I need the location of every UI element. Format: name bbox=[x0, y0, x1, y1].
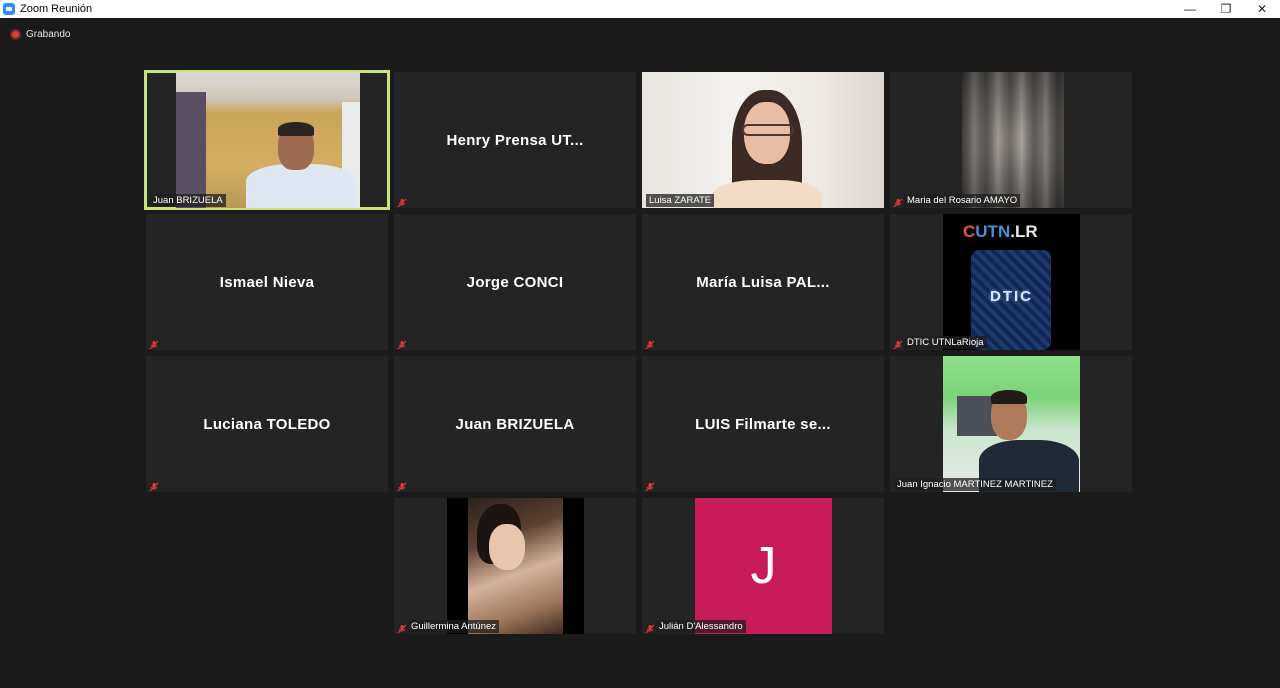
participant-display-name: Juan BRIZUELA bbox=[455, 415, 575, 433]
muted-mic-icon bbox=[149, 479, 159, 492]
avatar-initial: J bbox=[750, 537, 777, 595]
dtic-logo-text: DTIC bbox=[990, 288, 1033, 305]
video-tile-juan-brizuela-2[interactable]: Juan BRIZUELA bbox=[394, 356, 636, 492]
video-tile-luis-filmarte[interactable]: LUIS Filmarte se... bbox=[642, 356, 884, 492]
video-tile-juan-ignacio-martinez[interactable]: Juan Ignacio MARTINEZ MARTINEZ bbox=[890, 356, 1132, 492]
participant-name-tag: Maria del Rosario AMAYO bbox=[904, 194, 1021, 207]
participant-name-tag: Guillermina Antúnez bbox=[408, 620, 500, 633]
close-button[interactable]: ✕ bbox=[1244, 0, 1280, 18]
participant-avatar: J bbox=[695, 498, 832, 634]
video-tile-dtic-utnlarioja[interactable]: CUTN.LR DTIC DTIC UTNLaRioja bbox=[890, 214, 1132, 350]
video-tile-luisa-zarate[interactable]: Luisa ZARATE bbox=[642, 72, 884, 208]
window-controls: — ❐ ✕ bbox=[1172, 0, 1280, 18]
participant-name-tag: DTIC UTNLaRioja bbox=[904, 336, 987, 349]
participant-video bbox=[447, 498, 584, 634]
muted-mic-icon bbox=[397, 337, 407, 350]
participant-video bbox=[642, 72, 884, 208]
participant-video bbox=[176, 72, 360, 208]
recording-label: Grabando bbox=[26, 29, 71, 40]
video-tile-maria-del-rosario[interactable]: Maria del Rosario AMAYO bbox=[890, 72, 1132, 208]
window-title: Zoom Reunión bbox=[20, 3, 93, 15]
participant-video bbox=[962, 72, 1064, 208]
participant-name-tag: Juan Ignacio MARTINEZ MARTINEZ bbox=[894, 478, 1056, 491]
minimize-button[interactable]: — bbox=[1172, 0, 1208, 18]
participant-display-name: Ismael Nieva bbox=[219, 273, 315, 291]
recording-dot-icon bbox=[10, 29, 21, 40]
muted-mic-icon bbox=[397, 195, 407, 208]
video-tile-julian-dalessandro[interactable]: J Julián D'Alessandro bbox=[642, 498, 884, 634]
video-tile-jorge-conci[interactable]: Jorge CONCI bbox=[394, 214, 636, 350]
participant-name-tag: Juan BRIZUELA bbox=[150, 194, 226, 207]
video-tile-ismael-nieva[interactable]: Ismael Nieva bbox=[146, 214, 388, 350]
muted-mic-icon bbox=[645, 337, 655, 350]
restore-button[interactable]: ❐ bbox=[1208, 0, 1244, 18]
video-tile-maria-luisa-pal[interactable]: María Luisa PAL... bbox=[642, 214, 884, 350]
video-tile-juan-brizuela[interactable]: Juan BRIZUELA bbox=[144, 70, 390, 210]
participant-display-name: María Luisa PAL... bbox=[696, 273, 830, 291]
muted-mic-icon bbox=[397, 479, 407, 492]
participant-display-name: Henry Prensa UT... bbox=[446, 131, 584, 149]
video-tile-guillermina-antunez[interactable]: Guillermina Antúnez bbox=[394, 498, 636, 634]
muted-mic-icon bbox=[645, 479, 655, 492]
muted-mic-icon bbox=[149, 337, 159, 350]
participant-display-name: Luciana TOLEDO bbox=[203, 415, 331, 433]
muted-mic-icon bbox=[645, 621, 655, 634]
video-tile-henry-prensa[interactable]: Henry Prensa UT... bbox=[394, 72, 636, 208]
recording-indicator[interactable]: Grabando bbox=[10, 29, 70, 40]
participant-display-name: Jorge CONCI bbox=[466, 273, 564, 291]
window-titlebar: Zoom Reunión — ❐ ✕ bbox=[0, 0, 1280, 18]
muted-mic-icon bbox=[397, 621, 407, 634]
participant-name-tag: Julián D'Alessandro bbox=[656, 620, 746, 633]
muted-mic-icon bbox=[893, 195, 903, 208]
zoom-app-icon bbox=[3, 3, 15, 15]
video-tile-luciana-toledo[interactable]: Luciana TOLEDO bbox=[146, 356, 388, 492]
participant-video bbox=[943, 356, 1080, 492]
muted-mic-icon bbox=[893, 337, 903, 350]
participant-display-name: LUIS Filmarte se... bbox=[695, 415, 831, 433]
participant-name-tag: Luisa ZARATE bbox=[646, 194, 715, 207]
participant-video: CUTN.LR DTIC bbox=[943, 214, 1080, 350]
utn-logo: CUTN.LR bbox=[963, 222, 1038, 241]
